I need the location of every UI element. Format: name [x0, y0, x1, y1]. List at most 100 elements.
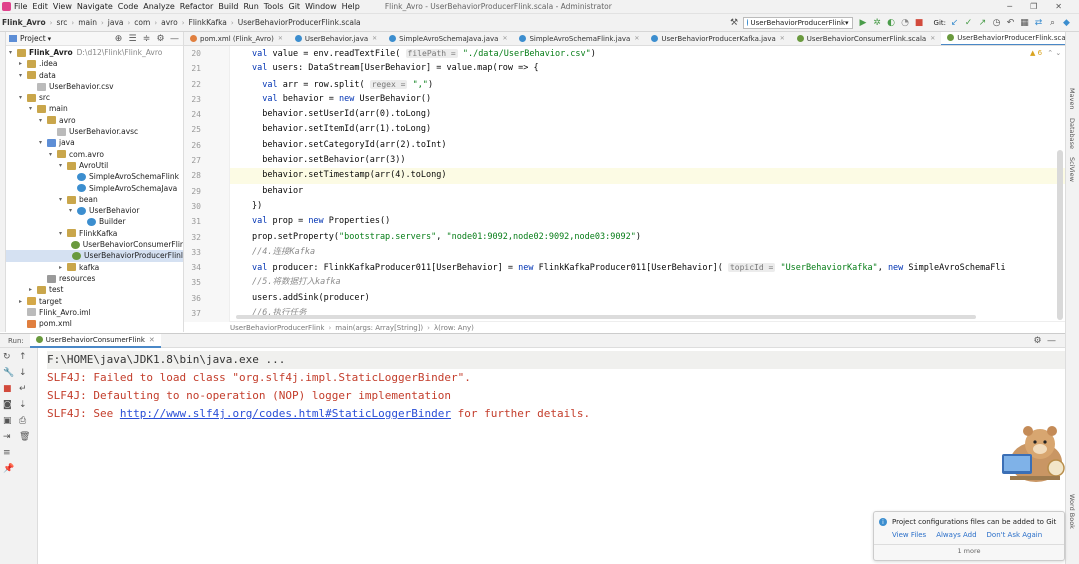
dont-ask-again-link[interactable]: Don't Ask Again	[987, 531, 1043, 539]
soft-wrap-icon[interactable]: ↵	[19, 384, 35, 394]
gear-icon[interactable]: ⚙	[1032, 335, 1043, 346]
pin-icon[interactable]: 📌	[3, 464, 19, 474]
tree-item[interactable]: SimpleAvroSchemaJava	[6, 183, 183, 194]
hide-panel-icon[interactable]: —	[169, 33, 180, 44]
tree-item[interactable]: Builder	[6, 216, 183, 227]
breadcrumb-item[interactable]: main	[78, 18, 97, 27]
close-tab-icon[interactable]: ✕	[780, 35, 785, 42]
tree-item[interactable]: ▸ kafka	[6, 262, 183, 273]
menu-item-edit[interactable]: Edit	[32, 2, 48, 11]
chevron-down-icon[interactable]: ▾	[39, 115, 47, 126]
breadcrumb-item[interactable]: java	[108, 18, 124, 27]
close-tab-icon[interactable]: ✕	[372, 35, 377, 42]
menu-item-build[interactable]: Build	[218, 2, 238, 11]
tree-item[interactable]: ▾ Flink_Avro D:\d12\Flink\Flink_Avro	[6, 47, 183, 58]
chevron-down-icon[interactable]: ▾	[59, 160, 67, 171]
scroll-up-icon[interactable]: ↑	[19, 352, 35, 362]
database-tool-tab[interactable]: Database	[1068, 118, 1076, 149]
minimize-icon[interactable]: ─	[1007, 2, 1012, 11]
close-tab-icon[interactable]: ✕	[634, 35, 639, 42]
gear-icon[interactable]: ⚙	[155, 33, 166, 44]
close-tab-icon[interactable]: ✕	[502, 35, 507, 42]
editor-tab[interactable]: pom.xml (Flink_Avro) ✕	[184, 32, 289, 45]
breadcrumb-item[interactable]: src	[56, 18, 67, 27]
chevron-down-icon[interactable]: ▾	[19, 92, 27, 103]
chevron-right-icon[interactable]: ▸	[29, 284, 37, 295]
tree-item[interactable]: ▾ avro	[6, 115, 183, 126]
tree-item[interactable]: ▸ test	[6, 284, 183, 295]
close-tab-icon[interactable]: ✕	[930, 35, 935, 42]
code-breadcrumb-item[interactable]: UserBehaviorProducerFlink	[230, 324, 324, 332]
chevron-down-icon[interactable]: ▾	[59, 228, 67, 239]
menu-item-navigate[interactable]: Navigate	[77, 2, 113, 11]
rollback-icon[interactable]: ↶	[1005, 17, 1016, 28]
menu-item-window[interactable]: Window	[305, 2, 337, 11]
collapse-all-icon[interactable]: ☰	[127, 33, 138, 44]
coverage-icon[interactable]: ◐	[886, 17, 897, 28]
tree-item[interactable]: resources	[6, 273, 183, 284]
chevron-down-icon[interactable]: ▾	[48, 35, 52, 43]
run-tab[interactable]: UserBehaviorConsumerFlink ✕	[29, 333, 161, 348]
view-files-link[interactable]: View Files	[892, 531, 926, 539]
search-icon[interactable]: ⌕	[1047, 17, 1058, 28]
breadcrumb-item[interactable]: FlinkKafka	[189, 18, 227, 27]
menu-item-tools[interactable]: Tools	[264, 2, 284, 11]
menu-item-help[interactable]: Help	[342, 2, 360, 11]
chevron-right-icon[interactable]: ▸	[19, 58, 27, 69]
git-push-icon[interactable]: ↗	[977, 17, 988, 28]
stop-icon[interactable]: ■	[914, 17, 925, 28]
rerun-icon[interactable]: ↻	[3, 352, 19, 362]
debug-icon[interactable]: ✲	[872, 17, 883, 28]
chevron-right-icon[interactable]: ▸	[19, 296, 27, 307]
git-commit-icon[interactable]: ✓	[963, 17, 974, 28]
tree-item[interactable]: ▾ data	[6, 70, 183, 81]
tree-item[interactable]: UserBehavior.csv	[6, 81, 183, 92]
run-config-select[interactable]: UserBehaviorProducerFlink ▾	[742, 16, 853, 29]
code-breadcrumb-item[interactable]: λ(row: Any)	[434, 324, 474, 332]
hide-panel-icon[interactable]: —	[1046, 335, 1057, 346]
word-book-tool-tab[interactable]: Word Book	[1068, 494, 1076, 529]
menu-item-code[interactable]: Code	[118, 2, 138, 11]
menu-item-git[interactable]: Git	[289, 2, 301, 11]
tree-item[interactable]: ▸ target	[6, 296, 183, 307]
chevron-down-icon[interactable]: ▾	[9, 47, 17, 58]
tree-item[interactable]: SimpleAvroSchemaFlink	[6, 171, 183, 182]
editor-tab[interactable]: UserBehaviorProducerFlink.scala✕	[941, 32, 1079, 45]
tree-item[interactable]: ▾ UserBehavior	[6, 205, 183, 216]
layout-icon[interactable]: ▣	[3, 416, 19, 426]
restore-icon[interactable]: ❐	[1030, 2, 1037, 11]
editor-tab[interactable]: UserBehavior.java ✕	[289, 32, 383, 45]
close-tab-icon[interactable]: ✕	[278, 35, 283, 42]
slf4j-link[interactable]: http://www.slf4j.org/codes.html#StaticLo…	[120, 407, 451, 420]
close-tab-icon[interactable]: ✕	[149, 336, 155, 344]
locate-icon[interactable]: ⊕	[113, 33, 124, 44]
always-add-link[interactable]: Always Add	[936, 531, 976, 539]
git-update-icon[interactable]: ↙	[949, 17, 960, 28]
chevron-down-icon[interactable]: ▾	[69, 205, 77, 216]
project-structure-icon[interactable]: ▦	[1019, 17, 1030, 28]
settings-sync-icon[interactable]: ⇄	[1033, 17, 1044, 28]
hammer-icon[interactable]: ⚒	[729, 17, 740, 28]
history-icon[interactable]: ◷	[991, 17, 1002, 28]
code-editor[interactable]: val value = env.readTextFile( filePath =…	[230, 46, 1065, 322]
sciview-tool-tab[interactable]: SciView	[1068, 157, 1076, 182]
breadcrumb-item[interactable]: UserBehaviorProducerFlink.scala	[238, 18, 361, 27]
project-view-select[interactable]: Project	[20, 34, 46, 43]
more-icon[interactable]: ≡	[3, 448, 19, 458]
exit-icon[interactable]: ⇥	[3, 432, 19, 442]
tree-item[interactable]: UserBehaviorConsumerFlir	[6, 239, 183, 250]
editor-tab[interactable]: SimpleAvroSchemaFlink.java ✕	[513, 32, 645, 45]
tree-item[interactable]: UserBehavior.avsc	[6, 126, 183, 137]
chevron-down-icon[interactable]: ▾	[49, 149, 57, 160]
horizontal-scrollbar[interactable]	[236, 315, 976, 319]
tree-item[interactable]: ▾ bean	[6, 194, 183, 205]
menu-item-analyze[interactable]: Analyze	[143, 2, 175, 11]
menu-item-run[interactable]: Run	[243, 2, 258, 11]
chevron-down-icon[interactable]: ▾	[19, 70, 27, 81]
scroll-down-icon[interactable]: ↓	[19, 368, 35, 378]
editor-scrollbar[interactable]	[1057, 150, 1063, 320]
editor-tab[interactable]: UserBehaviorProducerKafka.java ✕	[645, 32, 790, 45]
tree-item[interactable]: ▾ src	[6, 92, 183, 103]
tree-item[interactable]: ▾ com.avro	[6, 149, 183, 160]
tree-item[interactable]: UserBehaviorProducerFlinl	[6, 250, 183, 262]
